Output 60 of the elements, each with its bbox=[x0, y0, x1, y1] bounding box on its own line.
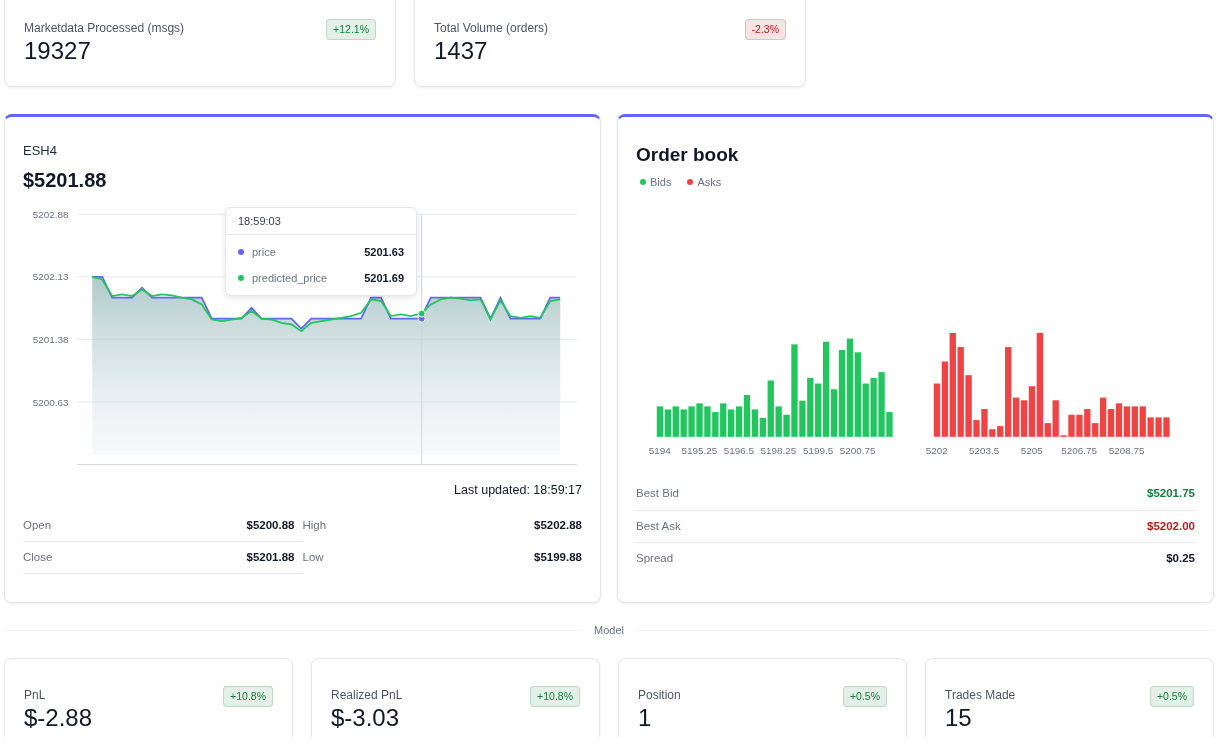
current-price: $5201.88 bbox=[23, 167, 108, 193]
change-badge: +10.8% bbox=[530, 686, 580, 707]
change-badge: +0.5% bbox=[1149, 686, 1194, 707]
stat-label: High bbox=[302, 517, 327, 533]
x-tick-label: 5203.5 bbox=[969, 444, 1000, 456]
y-tick-label: 5202.88 bbox=[32, 208, 69, 220]
stat-label: Marketdata Processed (msgs) bbox=[24, 20, 185, 37]
stat-value: 1 bbox=[638, 704, 653, 733]
series-value: 5201.63 bbox=[364, 245, 404, 260]
stat-value: 1437 bbox=[434, 37, 489, 66]
stat-value: $5199.88 bbox=[534, 549, 582, 565]
change-badge: +12.1% bbox=[326, 19, 376, 40]
stat-value: $5201.88 bbox=[246, 549, 295, 565]
y-tick-label: 5200.63 bbox=[32, 396, 69, 407]
series-name: predicted_price bbox=[252, 271, 329, 286]
stat-label: Position bbox=[638, 687, 681, 704]
change-badge: +0.5% bbox=[842, 686, 887, 707]
stat-label: Trades Made bbox=[945, 687, 1016, 704]
series-value: 5201.69 bbox=[364, 271, 404, 286]
y-tick-label: 5202.13 bbox=[32, 270, 69, 282]
stat-value: 19327 bbox=[24, 37, 92, 66]
stat-value: $-2.88 bbox=[24, 704, 93, 733]
stat-value: $5202.88 bbox=[534, 517, 582, 533]
change-badge: +10.8% bbox=[223, 686, 273, 707]
stat-label: Close bbox=[23, 549, 53, 565]
change-badge: -2.3% bbox=[744, 19, 786, 40]
stat-label: Best Ask bbox=[636, 518, 681, 534]
x-tick-label: 5195.25 bbox=[681, 444, 718, 456]
x-tick-label: 5194 bbox=[648, 444, 671, 456]
stat-label: Open bbox=[23, 517, 52, 533]
stat-value: $-3.03 bbox=[331, 704, 401, 733]
last-updated: Last updated: 18:59:17 bbox=[454, 482, 582, 497]
x-tick-label: 5205 bbox=[1020, 444, 1043, 456]
stat-label: Low bbox=[302, 549, 324, 565]
series-name: price bbox=[252, 245, 277, 260]
x-tick-label: 5200.75 bbox=[839, 444, 876, 456]
stat-value: $5202.00 bbox=[1147, 518, 1195, 534]
x-tick-label: 5196.5 bbox=[723, 444, 754, 456]
hover-point bbox=[417, 309, 426, 318]
x-tick-label: 5206.75 bbox=[1061, 444, 1098, 456]
stat-label: Total Volume (orders) bbox=[434, 20, 549, 37]
stat-label: Best Bid bbox=[636, 486, 679, 502]
legend-label: Bids bbox=[650, 174, 672, 190]
stat-value: $5200.88 bbox=[246, 517, 295, 533]
legend-label: Asks bbox=[697, 174, 722, 190]
stat-label: Realized PnL bbox=[331, 687, 403, 704]
tooltip-time: 18:59:03 bbox=[226, 207, 416, 235]
stat-label: Spread bbox=[636, 550, 674, 566]
card-title: Order book bbox=[636, 143, 740, 167]
stat-label: PnL bbox=[24, 687, 47, 704]
section-label: Model bbox=[594, 623, 624, 639]
stat-value: $5201.75 bbox=[1147, 486, 1195, 502]
x-tick-label: 5202 bbox=[925, 444, 948, 456]
y-tick-label: 5201.38 bbox=[32, 333, 69, 345]
x-tick-label: 5198.25 bbox=[760, 444, 797, 456]
x-tick-label: 5208.75 bbox=[1108, 444, 1145, 456]
stat-value: $0.25 bbox=[1166, 550, 1195, 566]
stat-value: 15 bbox=[945, 704, 973, 733]
symbol-label: ESH4 bbox=[23, 142, 58, 160]
x-tick-label: 5199.5 bbox=[802, 444, 834, 456]
